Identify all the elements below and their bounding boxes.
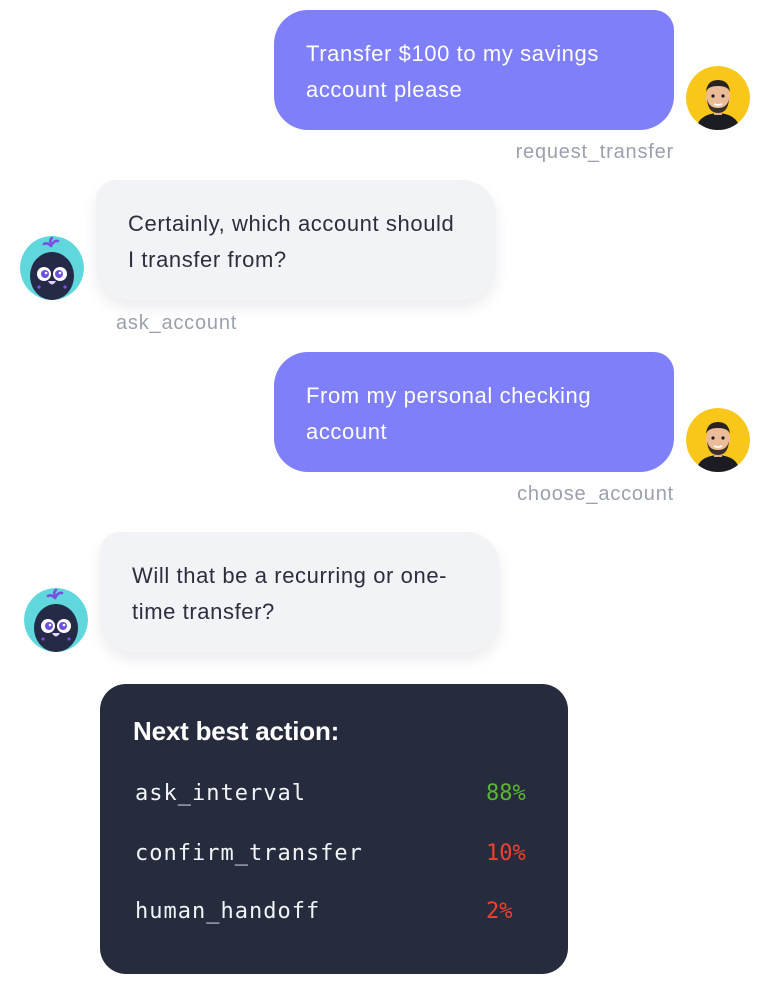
action-label: ask_interval [135,781,306,806]
action-row: human_handoff 2% [135,896,535,928]
message-text: Will that be a recurring or one-time tra… [132,563,448,624]
action-percent: 10% [486,841,526,866]
next-best-action-panel: Next best action: ask_interval 88% confi… [100,684,568,974]
intent-label: choose_account [517,483,674,505]
user-avatar-icon [686,66,750,130]
message-text: Certainly, which account should I transf… [128,211,455,272]
intent-label: ask_account [116,312,238,334]
action-percent: 88% [486,781,526,806]
message-text: From my personal checking account [306,383,592,444]
user-message-bubble: From my personal checking account [274,352,674,472]
action-row: ask_interval 88% [135,778,535,810]
action-percent: 2% [486,899,513,924]
user-message-bubble: Transfer $100 to my savings account plea… [274,10,674,130]
user-avatar-icon [686,408,750,472]
intent-label: request_transfer [515,141,674,163]
panel-title: Next best action: [133,716,340,746]
bot-avatar-icon [20,236,84,300]
action-row: confirm_transfer 10% [135,838,535,870]
bot-avatar-icon [24,588,88,652]
action-label: human_handoff [135,899,321,924]
message-text: Transfer $100 to my savings account plea… [306,41,599,102]
bot-message-bubble: Certainly, which account should I transf… [96,180,496,300]
action-label: confirm_transfer [135,841,363,866]
bot-message-bubble: Will that be a recurring or one-time tra… [100,532,500,652]
